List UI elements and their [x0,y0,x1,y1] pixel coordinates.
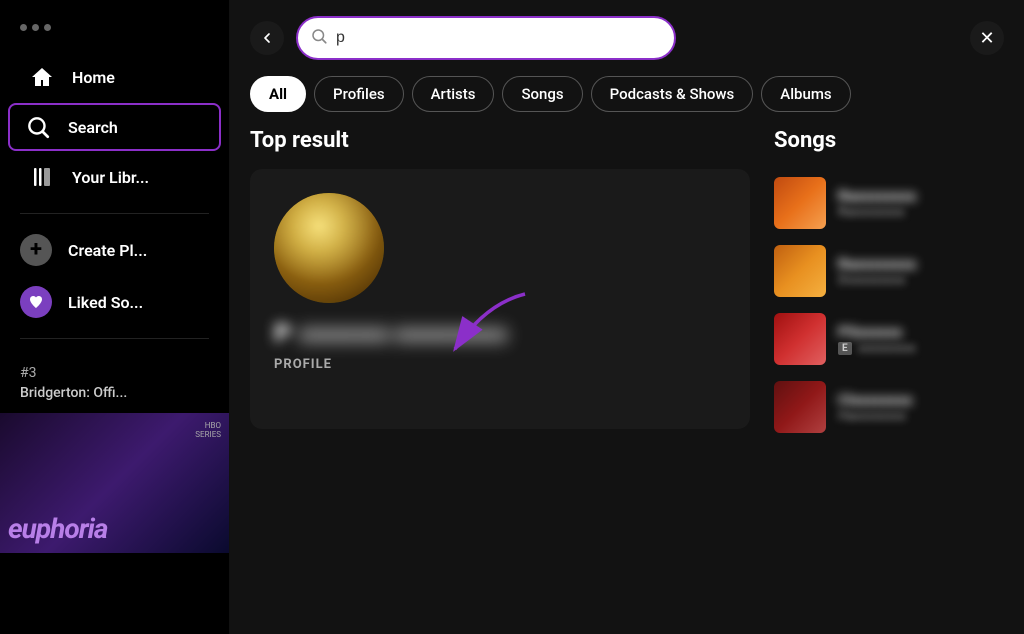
song-item-2[interactable]: Raxxxxxxxx Doxxxxxxxx [774,237,1004,305]
sidebar-playlist-section[interactable]: #3 Bridgerton: Offi... [0,365,229,401]
song-artist-1: Raxxxxxxxx [838,205,1004,220]
main-content: ✕ All Profiles Artists Songs Podcasts & … [230,0,1024,634]
song-title-1: Raxxxxxxxx [838,187,1004,205]
dot-1 [20,24,27,31]
profile-avatar [274,193,384,303]
song-info-3: PSxxxxxx E xxxxxxxxx [838,323,1004,356]
sidebar-create-playlist[interactable]: + Create Pl... [0,224,229,276]
search-input[interactable] [336,29,662,47]
dot-3 [44,24,51,31]
window-controls [0,16,229,51]
song-artist-2: Doxxxxxxxx [838,273,1004,288]
tab-songs[interactable]: Songs [502,76,582,112]
songs-heading: Songs [774,128,1004,153]
sidebar-nav: Home Search Your Libr... [0,51,229,203]
song-info-1: Raxxxxxxxx Raxxxxxxxx [838,187,1004,220]
sidebar-album-art[interactable]: HBOSERIES euphoria [0,413,229,553]
playlist-number: #3 [20,365,209,381]
song-title-2: Raxxxxxxxx [838,255,1004,273]
song-title-3: PSxxxxxx [838,323,1004,341]
song-item-3[interactable]: PSxxxxxx E xxxxxxxxx [774,305,1004,373]
sidebar-item-library[interactable]: Your Libr... [8,153,221,201]
heart-icon [20,286,52,318]
album-series-label: HBOSERIES [195,421,221,439]
top-result-heading: Top result [250,128,750,153]
playlist-title: Bridgerton: Offi... [20,385,209,401]
sidebar-item-search[interactable]: Search [8,103,221,151]
profile-type-label: PROFILE [274,357,726,372]
song-info-2: Raxxxxxxxx Doxxxxxxxx [838,255,1004,288]
songs-section: Songs Raxxxxxxxx Raxxxxxxxx [750,128,1004,634]
song-item-4[interactable]: Clxxxxxxxx Haxxxxxxxx [774,373,1004,441]
song-item-1[interactable]: Raxxxxxxxx Raxxxxxxxx [774,169,1004,237]
home-icon [28,63,56,91]
liked-songs-label: Liked So... [68,293,143,312]
sidebar-library-label: Your Libr... [72,168,149,187]
search-bar[interactable] [296,16,676,60]
tab-profiles[interactable]: Profiles [314,76,404,112]
song-thumb-1 [774,177,826,229]
song-title-4: Clxxxxxxxx [838,391,1004,409]
search-icon [24,113,52,141]
search-header: ✕ [230,0,1024,76]
sidebar-divider-2 [20,338,209,339]
create-playlist-label: Create Pl... [68,241,147,260]
profile-name-rest: xxxxxxxx xxxxxxxxxx [299,322,507,347]
back-button[interactable] [250,21,284,55]
profile-name-letter: P [274,319,291,349]
sidebar-search-label: Search [68,118,118,137]
top-result-section: Top result P xxxxxxxx xxxxxxxxxx PROFILE [250,128,750,634]
tab-artists[interactable]: Artists [412,76,495,112]
sidebar-divider-1 [20,213,209,214]
song-artist-3: xxxxxxxxx [858,341,916,356]
sidebar-home-label: Home [72,68,115,87]
plus-icon: + [20,234,52,266]
song-artist-4: Haxxxxxxxx [838,409,1004,424]
sidebar: Home Search Your Libr... + [0,0,230,634]
sidebar-item-home[interactable]: Home [8,53,221,101]
song-thumb-2 [774,245,826,297]
song-info-4: Clxxxxxxxx Haxxxxxxxx [838,391,1004,424]
dot-2 [32,24,39,31]
results-area: Top result P xxxxxxxx xxxxxxxxxx PROFILE [230,128,1024,634]
album-overlay-text: euphoria [8,512,107,545]
search-bar-icon [310,27,328,50]
song-thumb-4 [774,381,826,433]
tab-albums[interactable]: Albums [761,76,850,112]
explicit-badge-3: E [838,342,852,355]
clear-button[interactable]: ✕ [970,21,1004,55]
profile-name: P xxxxxxxx xxxxxxxxxx [274,319,726,349]
library-icon [28,163,56,191]
sidebar-liked-songs[interactable]: Liked So... [0,276,229,328]
song-thumb-3 [774,313,826,365]
tab-podcasts[interactable]: Podcasts & Shows [591,76,754,112]
filter-tabs: All Profiles Artists Songs Podcasts & Sh… [230,76,1024,128]
top-result-card[interactable]: P xxxxxxxx xxxxxxxxxx PROFILE [250,169,750,429]
tab-all[interactable]: All [250,76,306,112]
